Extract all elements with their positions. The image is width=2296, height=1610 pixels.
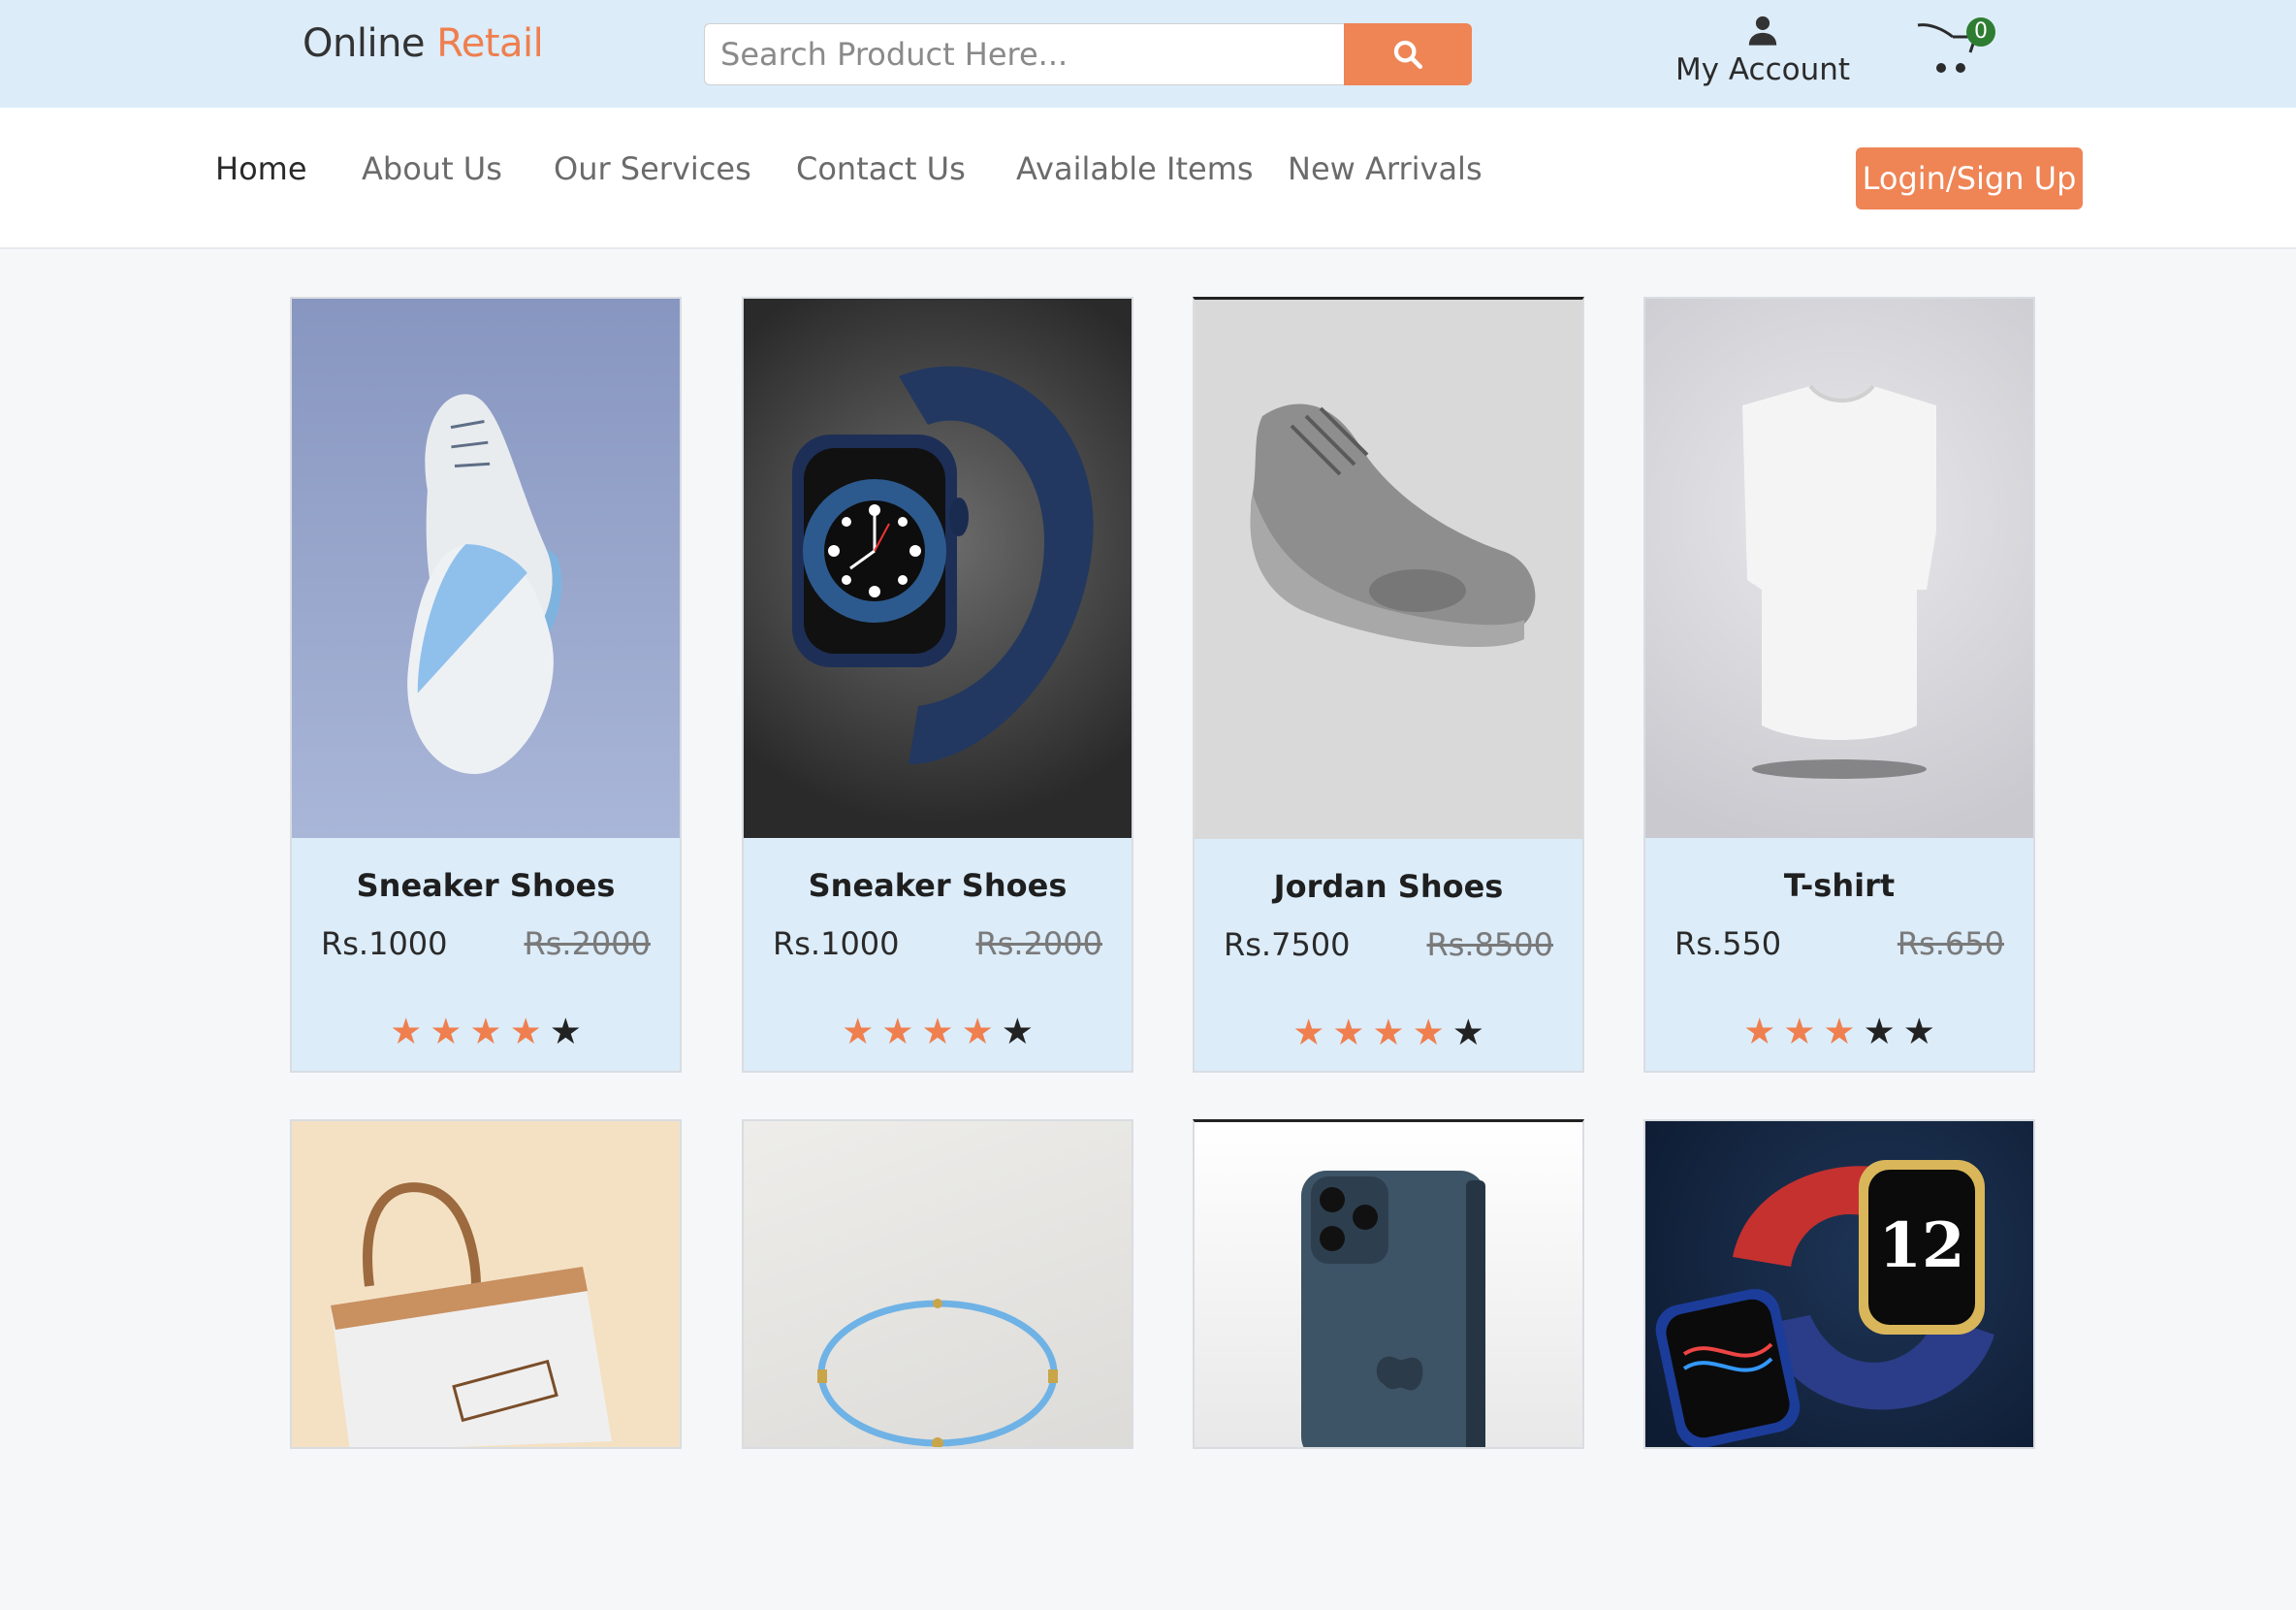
product-price: Rs.7500 <box>1224 926 1351 963</box>
product-old-price: Rs.8500 <box>1426 926 1553 963</box>
star-empty-icon: ★ <box>549 1011 582 1052</box>
product-card[interactable]: Sneaker Shoes Rs.1000 Rs.2000 ★ ★ ★ ★ ★ <box>742 297 1133 1073</box>
product-old-price: Rs.650 <box>1897 925 2004 962</box>
login-signup-button[interactable]: Login/Sign Up <box>1856 147 2083 209</box>
product-price: Rs.1000 <box>773 925 900 962</box>
star-empty-icon: ★ <box>1863 1011 1896 1052</box>
my-account-label: My Account <box>1674 52 1851 87</box>
user-icon <box>1748 16 1777 46</box>
star-empty-icon: ★ <box>1451 1012 1484 1053</box>
product-old-price: Rs.2000 <box>975 925 1102 962</box>
star-filled-icon: ★ <box>881 1011 914 1052</box>
star-filled-icon: ★ <box>469 1011 502 1052</box>
star-filled-icon: ★ <box>1412 1012 1445 1053</box>
nav-our-services[interactable]: Our Services <box>554 150 751 187</box>
star-filled-icon: ★ <box>1783 1011 1816 1052</box>
smartwatch-image <box>744 299 1132 838</box>
nav-new-arrivals[interactable]: New Arrivals <box>1288 150 1483 187</box>
top-header: Online Retail My Account 0 <box>0 0 2296 108</box>
cart-button[interactable]: 0 <box>1916 14 1995 81</box>
price-row: Rs.1000 Rs.2000 <box>292 925 680 962</box>
bracelet-image <box>744 1121 1132 1447</box>
price-row: Rs.550 Rs.650 <box>1645 925 2033 962</box>
search-button[interactable] <box>1344 23 1472 85</box>
star-filled-icon: ★ <box>430 1011 462 1052</box>
nav-home[interactable]: Home <box>215 150 307 187</box>
product-card[interactable] <box>1193 1119 1584 1449</box>
search-input[interactable] <box>704 23 1344 85</box>
jordan-shoe-image <box>1195 300 1582 839</box>
star-filled-icon: ★ <box>509 1011 542 1052</box>
star-filled-icon: ★ <box>390 1011 423 1052</box>
nav-about-us[interactable]: About Us <box>362 150 502 187</box>
apple-watch-image: 12 <box>1645 1121 2033 1447</box>
star-filled-icon: ★ <box>1823 1011 1856 1052</box>
handbag-image <box>292 1121 680 1447</box>
star-filled-icon: ★ <box>1292 1012 1325 1053</box>
star-empty-icon: ★ <box>1001 1011 1034 1052</box>
price-row: Rs.7500 Rs.8500 <box>1195 926 1582 963</box>
product-card[interactable]: T-shirt Rs.550 Rs.650 ★ ★ ★ ★ ★ <box>1643 297 2035 1073</box>
product-old-price: Rs.2000 <box>524 925 651 962</box>
rating-stars: ★ ★ ★ ★ ★ <box>744 1013 1132 1051</box>
product-name: Jordan Shoes <box>1273 868 1504 905</box>
product-card[interactable]: Jordan Shoes Rs.7500 Rs.8500 ★ ★ ★ ★ ★ <box>1193 297 1584 1073</box>
star-filled-icon: ★ <box>1743 1011 1776 1052</box>
product-price: Rs.550 <box>1674 925 1782 962</box>
rating-stars: ★ ★ ★ ★ ★ <box>1195 1014 1582 1052</box>
brand-name-part1: Online <box>303 21 426 66</box>
star-filled-icon: ★ <box>842 1011 875 1052</box>
product-price: Rs.1000 <box>321 925 448 962</box>
search-bar <box>704 23 1472 85</box>
rating-stars: ★ ★ ★ ★ ★ <box>1645 1013 2033 1051</box>
star-filled-icon: ★ <box>961 1011 994 1052</box>
rating-stars: ★ ★ ★ ★ ★ <box>292 1013 680 1051</box>
cart-count-badge: 0 <box>1966 17 1995 47</box>
brand-logo[interactable]: Online Retail <box>303 21 544 66</box>
svg-text:12: 12 <box>1878 1209 1964 1282</box>
nav-contact-us[interactable]: Contact Us <box>796 150 966 187</box>
phone-image <box>1195 1122 1582 1447</box>
product-name: Sneaker Shoes <box>808 867 1068 904</box>
star-filled-icon: ★ <box>921 1011 954 1052</box>
product-name: Sneaker Shoes <box>356 867 616 904</box>
brand-name-part2: Retail <box>436 21 544 66</box>
product-name: T-shirt <box>1783 867 1896 904</box>
my-account-link[interactable]: My Account <box>1648 14 1877 87</box>
main-nav: Home About Us Our Services Contact Us Av… <box>0 108 2296 249</box>
star-empty-icon: ★ <box>1902 1011 1935 1052</box>
price-row: Rs.1000 Rs.2000 <box>744 925 1132 962</box>
product-card[interactable] <box>742 1119 1133 1449</box>
product-card[interactable]: 12 <box>1643 1119 2035 1449</box>
star-filled-icon: ★ <box>1332 1012 1365 1053</box>
sneaker-image <box>292 299 680 838</box>
star-filled-icon: ★ <box>1372 1012 1405 1053</box>
product-card[interactable]: Sneaker Shoes Rs.1000 Rs.2000 ★ ★ ★ ★ ★ <box>290 297 682 1073</box>
product-card[interactable] <box>290 1119 682 1449</box>
search-icon <box>1393 40 1423 70</box>
nav-available-items[interactable]: Available Items <box>1016 150 1254 187</box>
tshirt-image <box>1645 299 2033 838</box>
